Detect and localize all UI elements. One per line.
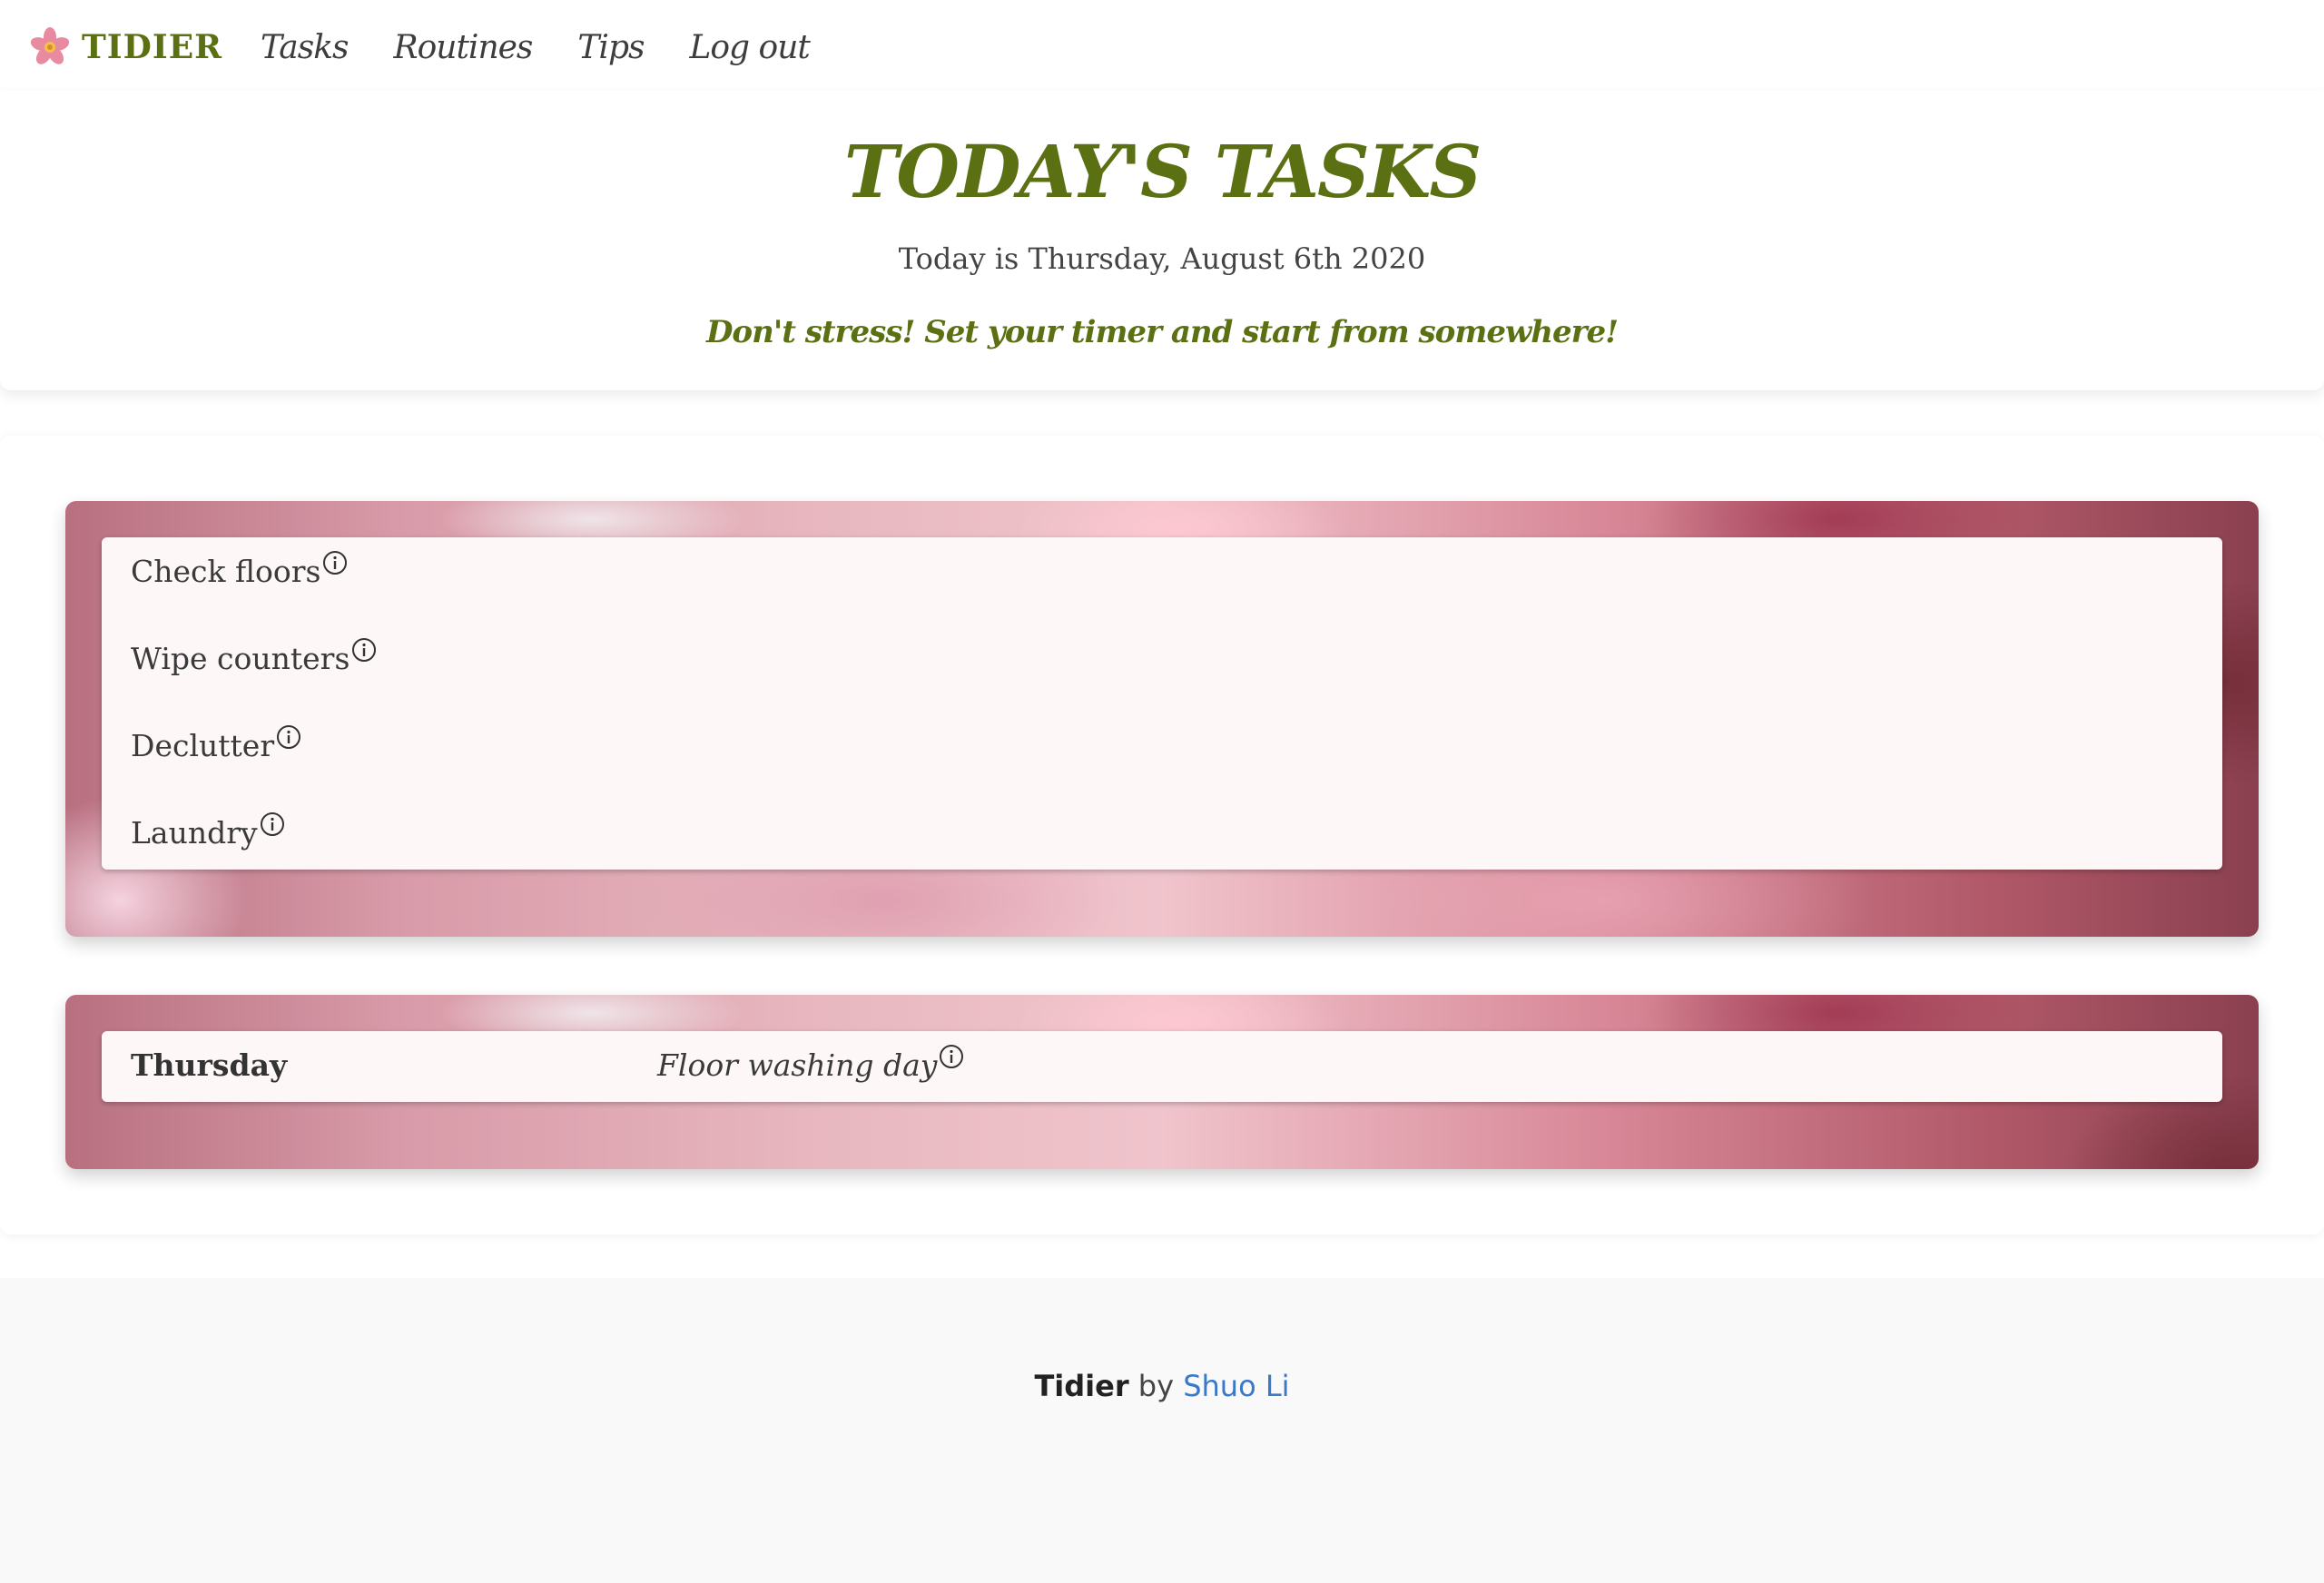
routine-task-label: Floor washing day [657, 1047, 938, 1083]
task-list: Check floors Wipe counters Declutter Lau… [102, 537, 2222, 870]
brand-name: TIDIER [82, 28, 223, 66]
footer-by: by [1137, 1369, 1175, 1403]
info-icon[interactable] [351, 637, 377, 663]
info-icon[interactable] [939, 1044, 964, 1069]
date-line: Today is Thursday, August 6th 2020 [898, 241, 1426, 276]
flower-icon [30, 27, 70, 64]
task-label: Check floors [131, 554, 321, 589]
task-label: Wipe counters [131, 641, 350, 676]
navbar: TIDIER Tasks Routines Tips Log out [0, 0, 2324, 94]
task-label: Laundry [131, 815, 258, 850]
task-item: Check floors [131, 550, 348, 589]
nav-link-tips[interactable]: Tips [577, 29, 645, 66]
routine-day: Thursday [131, 1047, 288, 1083]
nav-link-routines[interactable]: Routines [394, 29, 534, 66]
footer-author-link[interactable]: Shuo Li [1183, 1369, 1289, 1403]
nav-link-logout[interactable]: Log out [689, 29, 810, 66]
main-card: Check floors Wipe counters Declutter Lau… [0, 436, 2324, 1234]
brand-link[interactable]: TIDIER [27, 25, 222, 70]
task-item: Laundry [131, 811, 285, 850]
motto: Don't stress! Set your timer and start f… [705, 314, 1619, 350]
tasks-panel: Check floors Wipe counters Declutter Lau… [65, 501, 2259, 937]
routine-task: Floor washing day [657, 1044, 964, 1083]
nav-links: Tasks Routines Tips Log out [261, 29, 855, 66]
routine-panel: Thursday Floor washing day [65, 995, 2259, 1169]
page-title: TODAY'S TASKS [843, 129, 1482, 214]
footer-credit: Tidier by Shuo Li [0, 1369, 2324, 1403]
header-card: TODAY'S TASKS Today is Thursday, August … [0, 91, 2324, 390]
task-label: Declutter [131, 728, 275, 763]
routine-row: Thursday Floor washing day [102, 1031, 2222, 1102]
task-item: Declutter [131, 724, 301, 763]
nav-link-tasks[interactable]: Tasks [261, 29, 349, 66]
info-icon[interactable] [322, 550, 348, 575]
task-item: Wipe counters [131, 637, 377, 676]
footer: Tidier by Shuo Li [0, 1278, 2324, 1583]
info-icon[interactable] [276, 724, 301, 750]
footer-brand: Tidier [1034, 1369, 1129, 1403]
info-icon[interactable] [260, 811, 285, 837]
